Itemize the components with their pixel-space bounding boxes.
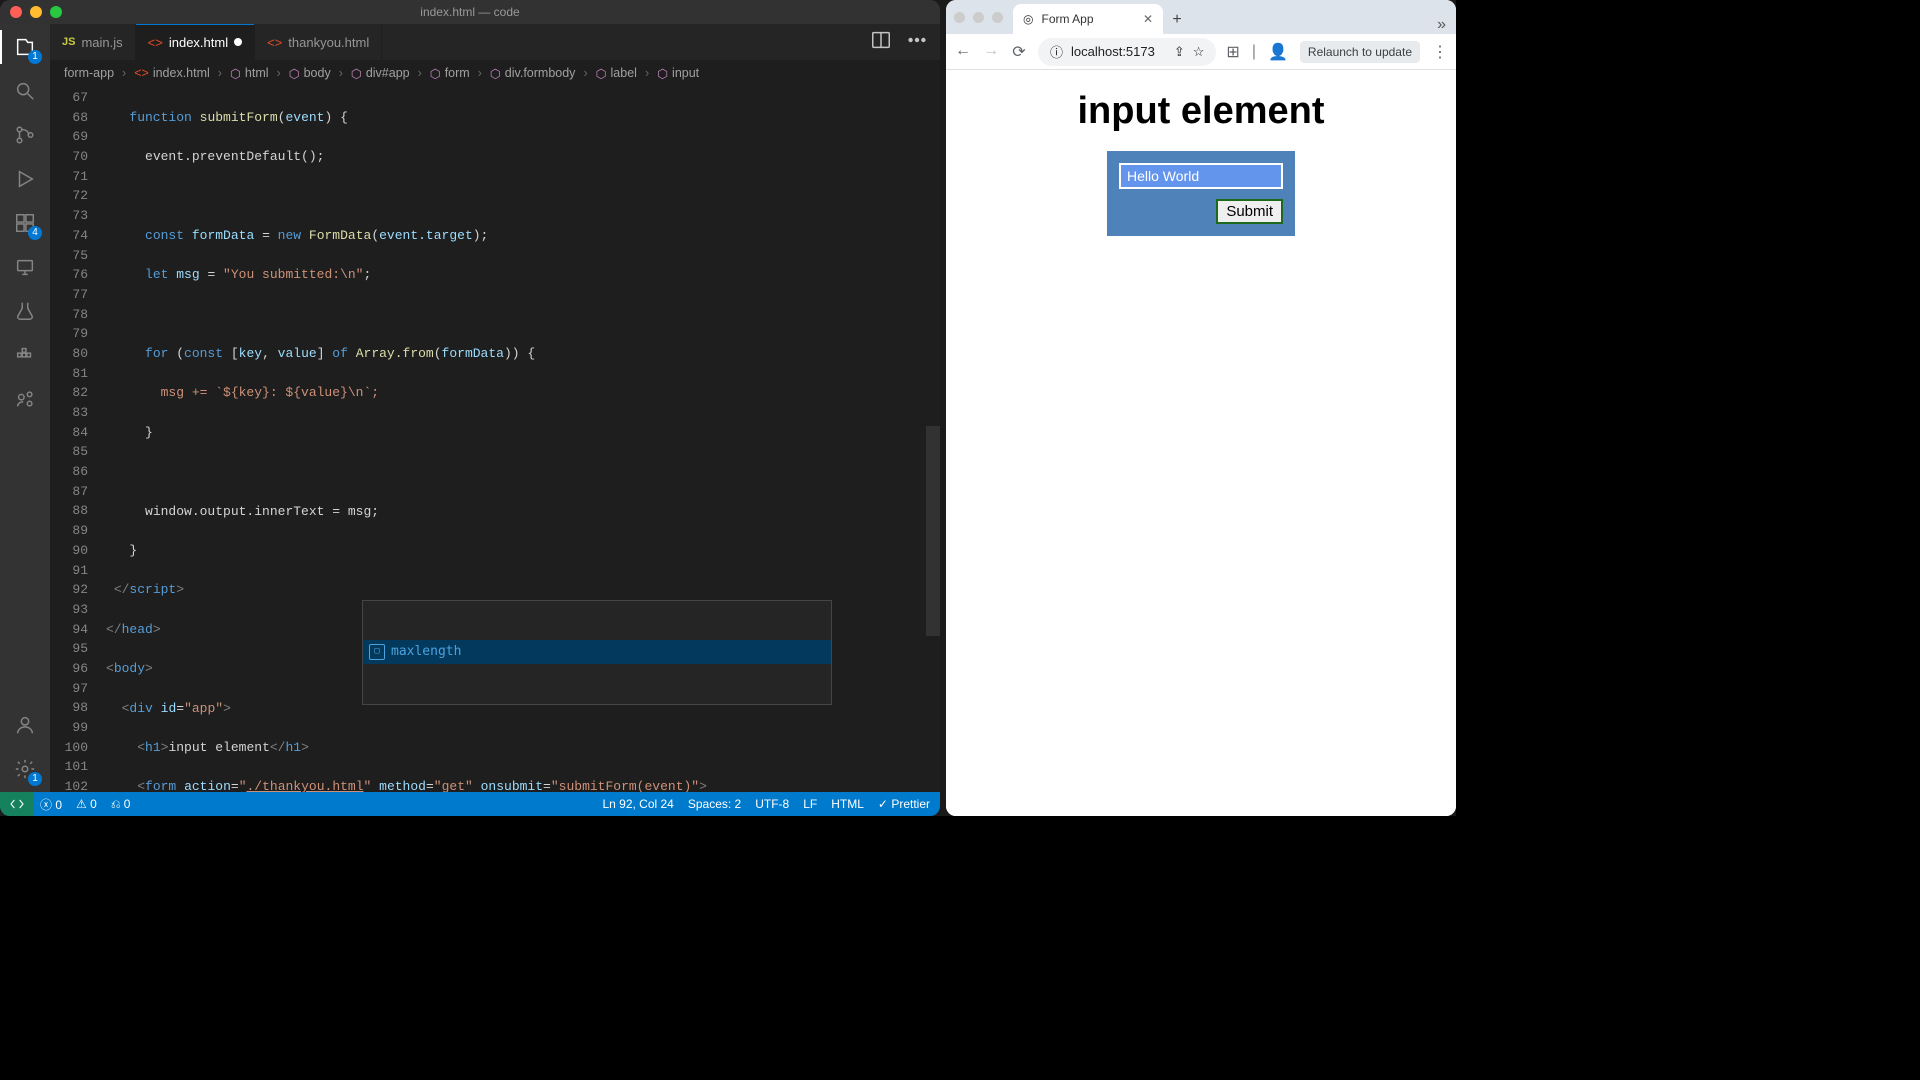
browser-toolbar: ← → ⟳ ⓘ localhost:5173 ⇪ ☆ ⊞ | 👤 Relaunc… [946,34,1456,70]
profile-avatar-icon[interactable]: 👤 [1268,42,1288,62]
run-debug-icon[interactable] [12,166,38,192]
minimap-scrollbar[interactable] [926,426,940,636]
formatter[interactable]: ✓ Prettier [878,797,930,811]
explorer-badge: 1 [28,50,42,64]
testing-icon[interactable] [12,298,38,324]
window-close-icon[interactable] [954,12,965,23]
url-text: localhost:5173 [1071,44,1155,59]
eol[interactable]: LF [803,797,817,811]
bookmark-icon[interactable]: ☆ [1193,44,1205,60]
page-content: input element Submit [946,70,1456,816]
js-file-icon: JS [62,36,75,48]
tab-thankyou-html[interactable]: <> thankyou.html [255,24,382,60]
forward-button[interactable]: → [982,42,1000,62]
new-tab-button[interactable]: + [1163,6,1191,34]
site-info-icon[interactable]: ⓘ [1050,42,1063,61]
browser-tabstrip: ◎ Form App ✕ + » [946,0,1456,34]
source-control-icon[interactable] [12,122,38,148]
window-maximize-icon[interactable] [992,12,1003,23]
problems-errors[interactable]: ⓧ 0 [40,796,62,813]
explorer-icon[interactable]: 1 [12,34,38,60]
cursor-position[interactable]: Ln 92, Col 24 [602,797,673,811]
share-icon[interactable]: ⇪ [1174,44,1185,60]
code-editor[interactable]: 6768697071727374757677787980818283848586… [50,86,940,792]
html-file-icon: <> [148,35,163,50]
activity-bar: 1 4 1 [0,24,50,792]
browser-menu-icon[interactable]: ⋮ [1432,42,1448,62]
live-share-icon[interactable] [12,386,38,412]
window-title: index.html — code [0,5,940,19]
remote-indicator-icon[interactable] [0,792,34,816]
favicon-icon: ◎ [1023,12,1033,26]
demo-form: Submit [1107,151,1295,236]
browser-window: ◎ Form App ✕ + » ← → ⟳ ⓘ localhost:5173 … [946,0,1456,816]
indentation[interactable]: Spaces: 2 [688,797,741,811]
docker-icon[interactable] [12,342,38,368]
suggest-item-label[interactable]: maxlength [391,642,461,662]
back-button[interactable]: ← [954,42,972,62]
reload-button[interactable]: ⟳ [1010,42,1028,62]
expand-tabs-icon[interactable]: » [1437,16,1456,34]
property-suggest-icon: ▢ [369,644,385,660]
language-mode[interactable]: HTML [831,797,864,811]
submit-button[interactable]: Submit [1216,199,1283,224]
browser-tab-title: Form App [1041,12,1093,26]
status-bar: ⓧ 0 ⚠ 0 ⎌ 0 Ln 92, Col 24 Spaces: 2 UTF-… [0,792,940,816]
dirty-indicator-icon [234,38,242,46]
search-icon[interactable] [12,78,38,104]
intellisense-suggest-popup[interactable]: ▢ maxlength [362,600,832,705]
vscode-titlebar[interactable]: index.html — code [0,0,940,24]
vscode-window: index.html — code 1 4 [0,0,940,816]
more-actions-icon[interactable] [906,29,928,56]
relaunch-button[interactable]: Relaunch to update [1300,41,1420,63]
remote-explorer-icon[interactable] [12,254,38,280]
settings-gear-icon[interactable]: 1 [12,756,38,782]
html-file-icon: <> [267,35,282,50]
settings-badge: 1 [28,772,42,786]
encoding[interactable]: UTF-8 [755,797,789,811]
tab-label: index.html [169,35,228,50]
address-bar[interactable]: ⓘ localhost:5173 ⇪ ☆ [1038,38,1216,66]
extensions-puzzle-icon[interactable]: ⊞ [1226,42,1239,62]
ports-indicator[interactable]: ⎌ 0 [111,797,131,812]
page-heading: input element [1077,90,1324,133]
extensions-icon[interactable]: 4 [12,210,38,236]
problems-warnings[interactable]: ⚠ 0 [76,797,97,811]
close-tab-icon[interactable]: ✕ [1143,12,1153,26]
tab-bar: JS main.js <> index.html <> thankyou.html [50,24,940,60]
tab-main-js[interactable]: JS main.js [50,24,136,60]
breadcrumb[interactable]: form-app› <> index.html› ⬡ html› ⬡ body›… [50,60,940,86]
tab-label: main.js [81,35,122,50]
line-number-gutter: 6768697071727374757677787980818283848586… [50,86,106,792]
window-minimize-icon[interactable] [973,12,984,23]
account-icon[interactable] [12,712,38,738]
tab-index-html[interactable]: <> index.html [136,24,255,60]
demo-text-input[interactable] [1119,163,1283,189]
split-editor-icon[interactable] [870,29,892,56]
extensions-badge: 4 [28,226,42,240]
tab-label: thankyou.html [288,35,369,50]
code-content[interactable]: function submitForm(event) { event.preve… [106,86,940,792]
browser-tab[interactable]: ◎ Form App ✕ [1013,4,1163,34]
